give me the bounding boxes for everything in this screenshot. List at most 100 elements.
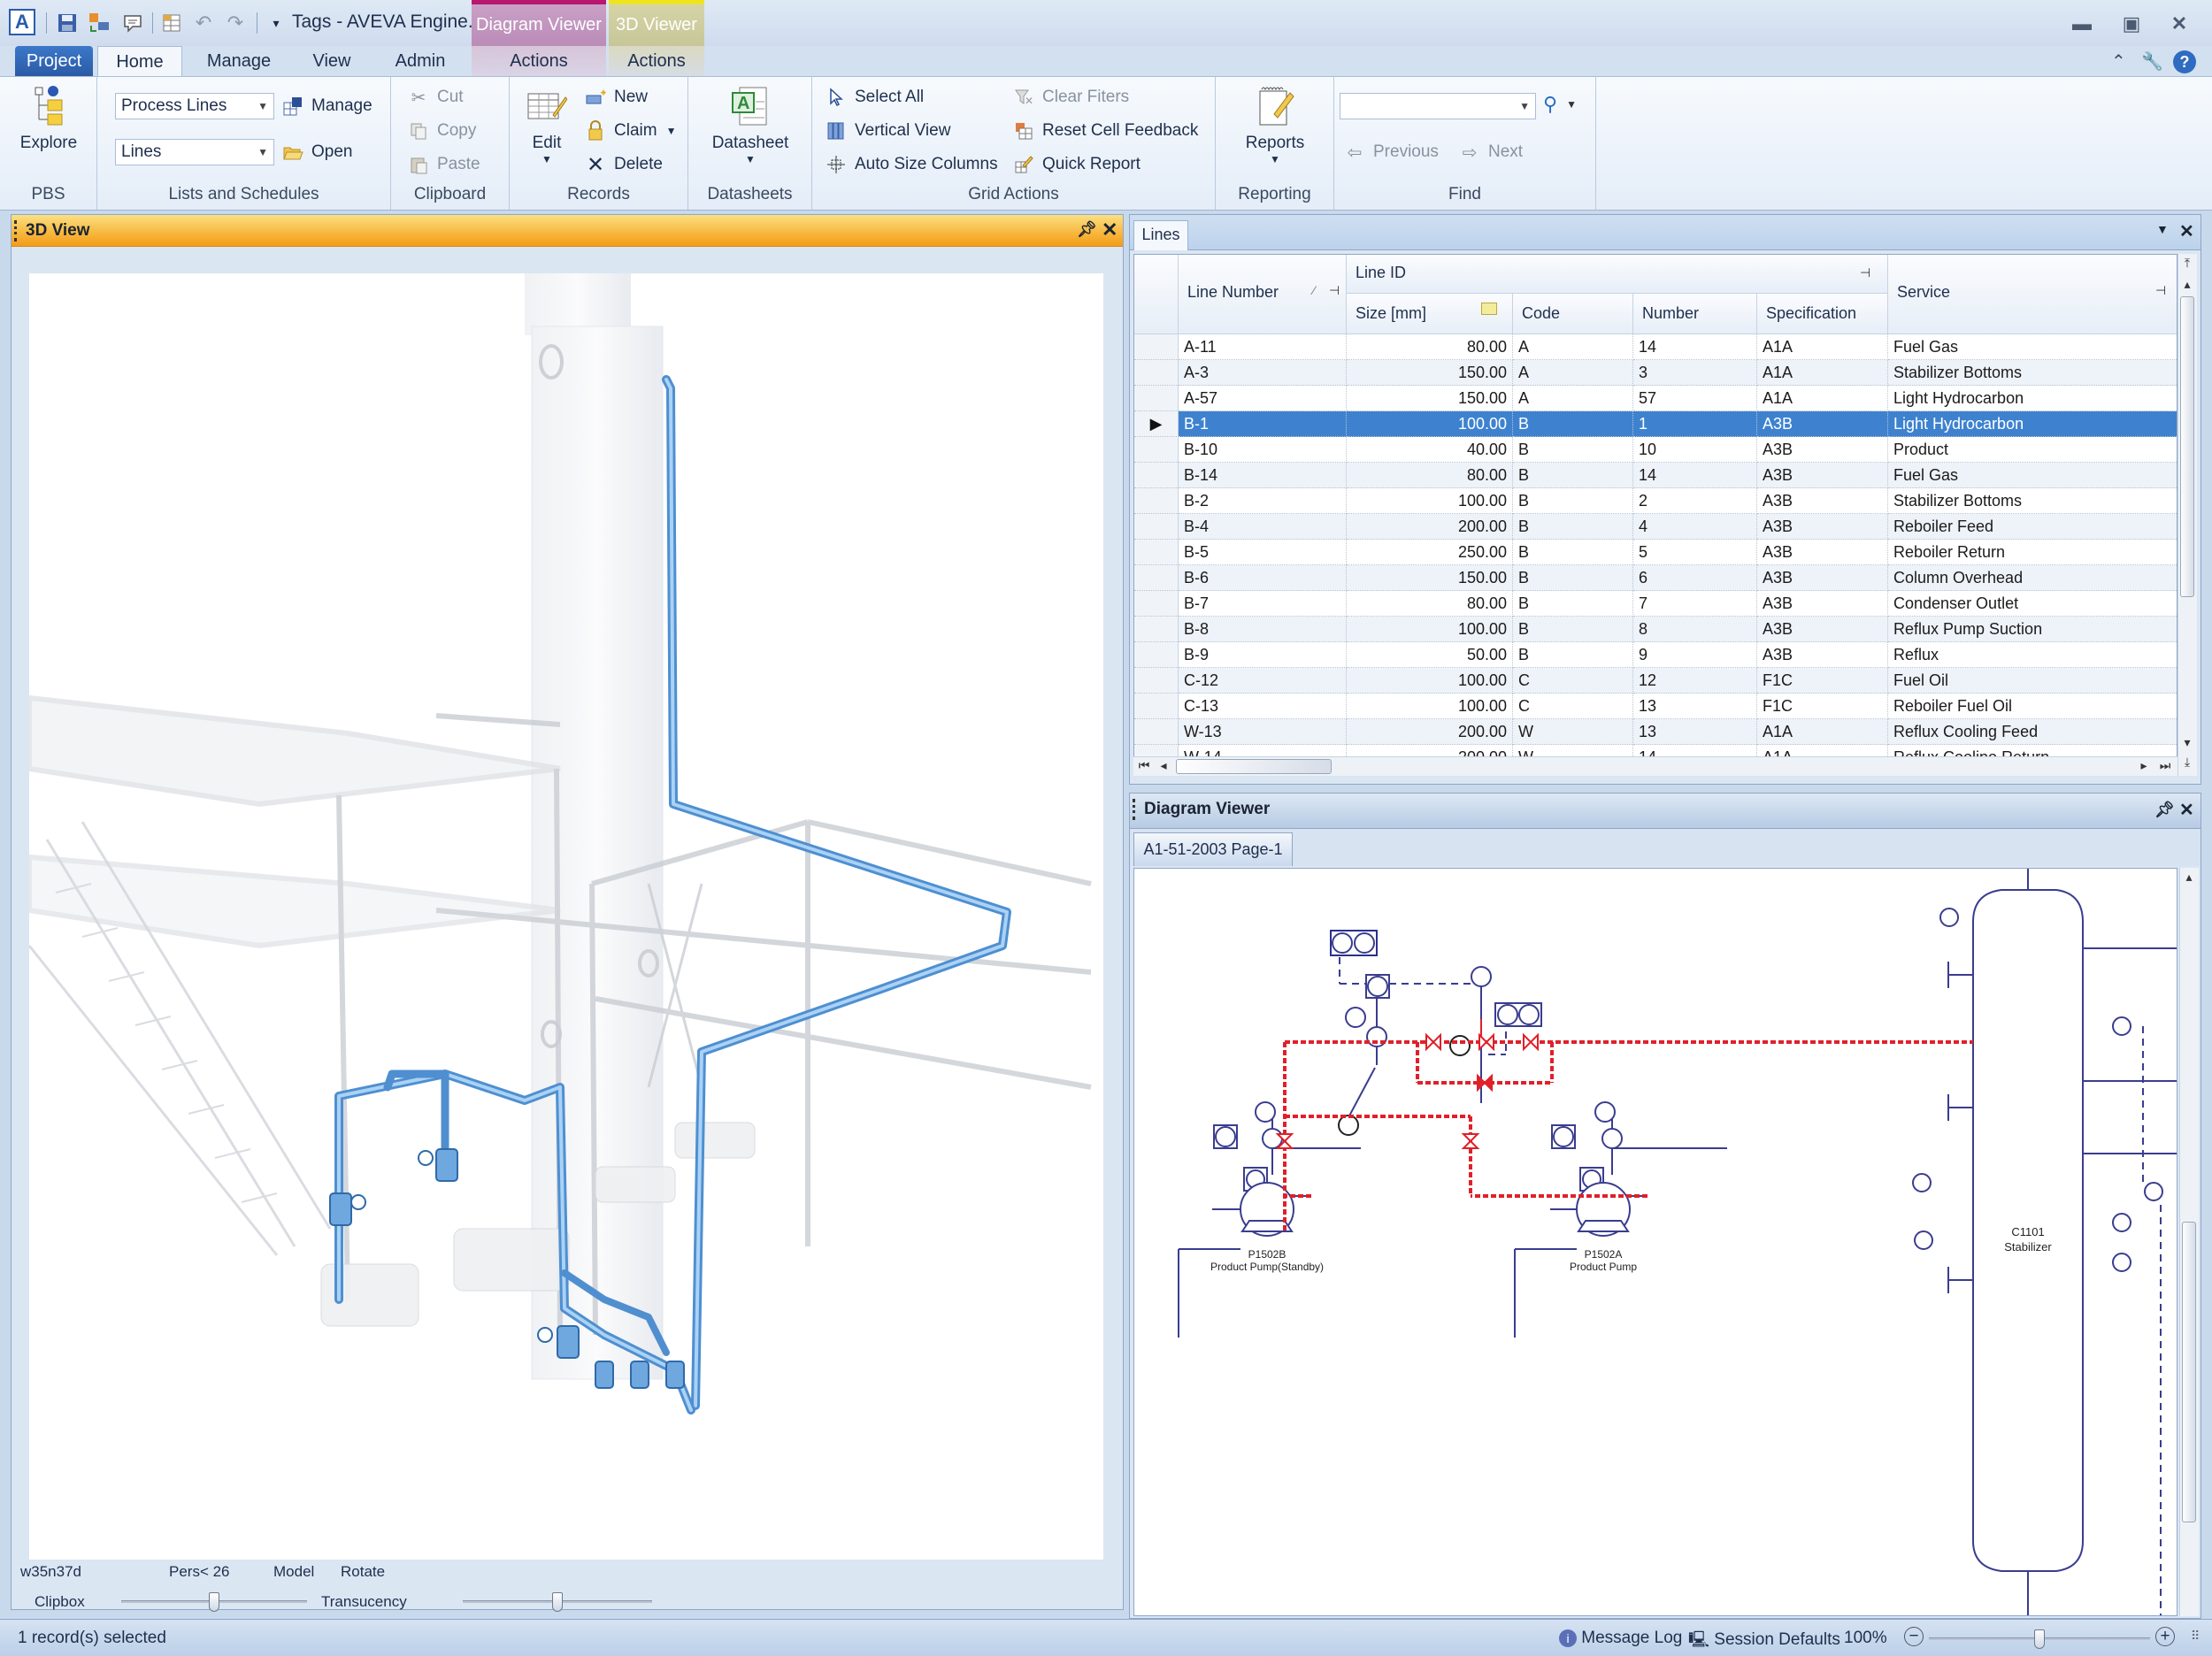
cell-size[interactable]: 150.00 — [1347, 360, 1513, 386]
column-header-specification[interactable]: Specification — [1757, 294, 1888, 334]
scroll-thumb[interactable] — [1176, 759, 1332, 774]
paste-button[interactable]: Paste — [407, 153, 480, 176]
close-panel-icon[interactable]: ✕ — [2179, 220, 2194, 242]
session-defaults-button[interactable]: 🖳 Session Defaults — [1688, 1629, 1840, 1655]
table-row[interactable]: ▶ B-1 100.00 B 1 A3B Light Hydrocarbon — [1134, 411, 2177, 437]
cell-spec[interactable]: A3B — [1757, 514, 1888, 540]
tab-diagram-actions[interactable]: Actions — [472, 46, 606, 76]
cell-code[interactable]: B — [1513, 565, 1633, 591]
table-row[interactable]: B-6 150.00 B 6 A3B Column Overhead — [1134, 565, 2177, 591]
table-row[interactable]: B-5 250.00 B 5 A3B Reboiler Return — [1134, 540, 2177, 565]
scroll-right-icon[interactable]: ▸ — [2135, 758, 2153, 773]
auto-size-columns-button[interactable]: Auto Size Columns — [825, 153, 998, 176]
edit-button[interactable]: Edit ▼ — [520, 84, 573, 165]
clipbox-slider-thumb[interactable] — [209, 1592, 219, 1612]
help-icon[interactable]: ? — [2173, 50, 2196, 73]
tab-lines[interactable]: Lines — [1133, 220, 1188, 250]
copy-button[interactable]: Copy — [407, 119, 476, 142]
vertical-view-button[interactable]: Vertical View — [825, 119, 950, 142]
cell-code[interactable]: B — [1513, 591, 1633, 617]
pid-diagram-canvas[interactable]: C1101 Stabilizer P1502B Product Pump(Sta… — [1133, 868, 2177, 1616]
cell-size[interactable]: 40.00 — [1347, 437, 1513, 463]
row-selector[interactable] — [1134, 540, 1179, 565]
cell-service[interactable]: Condenser Outlet — [1888, 591, 2177, 617]
cell-code[interactable]: B — [1513, 463, 1633, 488]
cell-size[interactable]: 100.00 — [1347, 488, 1513, 514]
tab-3d-actions[interactable]: Actions — [609, 46, 704, 76]
message-log-button[interactable]: i Message Log — [1559, 1629, 1682, 1648]
cell-service[interactable]: Stabilizer Bottoms — [1888, 488, 2177, 514]
table-row[interactable]: C-12 100.00 C 12 F1C Fuel Oil — [1134, 668, 2177, 694]
cell-code[interactable]: B — [1513, 642, 1633, 668]
row-selector[interactable] — [1134, 642, 1179, 668]
cell-line-number[interactable]: B-6 — [1179, 565, 1347, 591]
cell-number[interactable]: 14 — [1633, 463, 1757, 488]
minimize-button[interactable]: ▬ — [2069, 12, 2095, 35]
app-logo-icon[interactable]: A — [9, 9, 35, 35]
save-icon[interactable] — [55, 11, 80, 35]
table-row[interactable]: B-10 40.00 B 10 A3B Product — [1134, 437, 2177, 463]
lines-vertical-scrollbar[interactable]: ⤒ ▴ ▾ ⤓ — [2177, 254, 2197, 776]
cell-line-number[interactable]: B-2 — [1179, 488, 1347, 514]
pin-icon[interactable]: ⊣ — [2155, 283, 2166, 298]
cell-number[interactable]: 5 — [1633, 540, 1757, 565]
3d-viewport[interactable] — [29, 273, 1103, 1560]
new-button[interactable]: ✦ New — [584, 86, 648, 109]
scroll-first-icon[interactable]: ⏮ — [1135, 758, 1153, 773]
previous-button[interactable]: ⇦ Previous — [1343, 141, 1439, 164]
pin-icon[interactable]: ⊣ — [1329, 283, 1340, 298]
cell-number[interactable]: 2 — [1633, 488, 1757, 514]
resize-grip-icon[interactable]: ⠿ — [2191, 1629, 2200, 1644]
cell-size[interactable]: 100.00 — [1347, 668, 1513, 694]
cell-spec[interactable]: A3B — [1757, 565, 1888, 591]
table-row[interactable]: B-9 50.00 B 9 A3B Reflux — [1134, 642, 2177, 668]
clear-filters-button[interactable]: ✕ Clear Fiters — [1012, 86, 1129, 109]
scroll-top-icon[interactable]: ⤒ — [2178, 256, 2196, 271]
cell-number[interactable]: 9 — [1633, 642, 1757, 668]
cell-service[interactable]: Reflux Pump Suction — [1888, 617, 2177, 642]
cell-spec[interactable]: A1A — [1757, 334, 1888, 360]
cell-spec[interactable]: A3B — [1757, 617, 1888, 642]
clipbox-slider[interactable] — [121, 1592, 307, 1612]
options-wrench-icon[interactable]: 🔧 — [2141, 50, 2163, 73]
collapse-ribbon-icon[interactable]: ⌃ — [2111, 50, 2126, 73]
cell-spec[interactable]: F1C — [1757, 694, 1888, 719]
cell-service[interactable]: Fuel Gas — [1888, 334, 2177, 360]
cell-service[interactable]: Product — [1888, 437, 2177, 463]
cell-code[interactable]: B — [1513, 540, 1633, 565]
translucency-slider-thumb[interactable] — [552, 1592, 563, 1612]
table-row[interactable]: A-11 80.00 A 14 A1A Fuel Gas — [1134, 334, 2177, 360]
explore-button[interactable]: Explore — [12, 84, 85, 153]
cell-line-number[interactable]: A-57 — [1179, 386, 1347, 411]
tab-diagram-page[interactable]: A1-51-2003 Page-1 — [1133, 832, 1293, 866]
cell-line-number[interactable]: W-13 — [1179, 719, 1347, 745]
scroll-thumb[interactable] — [2182, 1222, 2196, 1522]
cell-number[interactable]: 3 — [1633, 360, 1757, 386]
drag-handle[interactable] — [1133, 799, 1135, 820]
sync-icon[interactable] — [87, 11, 111, 35]
tab-admin[interactable]: Admin — [385, 46, 456, 76]
cell-code[interactable]: C — [1513, 694, 1633, 719]
row-selector[interactable] — [1134, 437, 1179, 463]
next-button[interactable]: ⇨ Next — [1458, 141, 1523, 164]
pin-icon[interactable]: 📌︎ — [2154, 801, 2175, 819]
cell-spec[interactable]: A3B — [1757, 540, 1888, 565]
scroll-left-icon[interactable]: ◂ — [1155, 758, 1172, 773]
cell-service[interactable]: Fuel Oil — [1888, 668, 2177, 694]
cell-size[interactable]: 100.00 — [1347, 694, 1513, 719]
cell-number[interactable]: 57 — [1633, 386, 1757, 411]
cell-code[interactable]: A — [1513, 386, 1633, 411]
datasheet-button[interactable]: A Datasheet ▼ — [706, 84, 795, 165]
cell-number[interactable]: 10 — [1633, 437, 1757, 463]
tab-view[interactable]: View — [301, 46, 363, 76]
cell-spec[interactable]: A3B — [1757, 488, 1888, 514]
cell-size[interactable]: 150.00 — [1347, 386, 1513, 411]
cell-number[interactable]: 14 — [1633, 334, 1757, 360]
cell-line-number[interactable]: B-5 — [1179, 540, 1347, 565]
cell-line-number[interactable]: B-8 — [1179, 617, 1347, 642]
cell-number[interactable]: 13 — [1633, 694, 1757, 719]
row-selector[interactable] — [1134, 617, 1179, 642]
cell-line-number[interactable]: C-12 — [1179, 668, 1347, 694]
cell-spec[interactable]: A3B — [1757, 591, 1888, 617]
pin-icon[interactable]: 📌︎ — [1077, 220, 1097, 239]
